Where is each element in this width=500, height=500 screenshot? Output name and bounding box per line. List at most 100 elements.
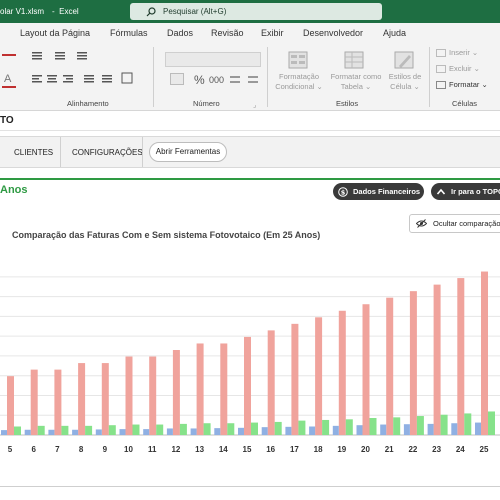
- divider: [142, 137, 143, 167]
- bar-series-1-cat-11: [149, 356, 157, 435]
- thousands-button[interactable]: 000: [209, 75, 224, 85]
- bar-series-2-cat-6: [37, 425, 45, 435]
- tab-desenvolvedor[interactable]: Desenvolvedor: [303, 28, 363, 38]
- cell-styles-button[interactable]: Estilos de Célula ⌄: [385, 72, 425, 92]
- font-size-icon[interactable]: A: [4, 73, 11, 85]
- bar-series-3-cat-7: [48, 429, 55, 435]
- currency-format-icon[interactable]: [170, 73, 184, 85]
- cell-styles-icon: [394, 51, 414, 69]
- bar-series-3-cat-25: [475, 422, 481, 435]
- x-tick-label: 5: [8, 445, 13, 454]
- format-as-table-button[interactable]: Formatar como Tabela ⌄: [326, 72, 386, 92]
- bar-series-2-cat-25: [488, 411, 495, 435]
- bar-chart: 5 6 7 8 9 10 11 12 13 14 15 16 17 18 19 20 21 22 23 24 25: [0, 271, 500, 454]
- bar-series-1-cat-24: [457, 278, 465, 435]
- nav-clientes[interactable]: CLIENTES: [14, 148, 53, 157]
- bar-series-1-cat-17: [291, 323, 299, 435]
- divider: [429, 47, 430, 107]
- bar-series-1-cat-21: [386, 297, 394, 435]
- bar-series-2-cat-8: [85, 425, 93, 435]
- number-dialog-launcher-icon[interactable]: ⌟: [253, 101, 256, 109]
- bar-series-2-cat-14: [227, 423, 235, 435]
- bar-series-1-cat-18: [315, 317, 323, 435]
- bar-series-3-cat-20: [356, 425, 363, 435]
- abrir-ferramentas-button[interactable]: Abrir Ferramentas: [149, 142, 227, 162]
- bar-series-1-cat-6: [30, 369, 38, 435]
- group-label-numero: Número: [193, 99, 220, 108]
- group-label-estilos: Estilos: [336, 99, 359, 108]
- dados-financeiros-label: Dados Financeiros: [353, 187, 421, 196]
- nav-configuracoes[interactable]: CONFIGURAÇÕES: [72, 148, 143, 157]
- tab-revisao[interactable]: Revisão: [211, 28, 244, 38]
- bar-series-3-cat-12: [166, 428, 173, 435]
- format-button[interactable]: Formatar ⌄: [449, 80, 488, 90]
- decimal-arrows-icon[interactable]: [228, 73, 262, 87]
- bar-series-3-cat-9: [95, 429, 102, 435]
- insert-icon: [436, 49, 446, 57]
- bar-series-2-cat-22: [416, 416, 424, 435]
- bar-series-1-cat-9: [101, 363, 109, 435]
- bar-series-1-cat-19: [338, 310, 346, 435]
- tab-layout-pagina[interactable]: Layout da Página: [20, 28, 90, 38]
- tab-ajuda[interactable]: Ajuda: [383, 28, 406, 38]
- delete-button[interactable]: Excluir ⌄: [449, 64, 480, 74]
- bar-series-1-cat-23: [433, 284, 441, 435]
- section-divider: [0, 178, 500, 180]
- tab-formulas[interactable]: Fórmulas: [110, 28, 148, 38]
- x-tick-label: 7: [55, 445, 60, 454]
- title-bar: olar V1.xlsm - Excel Pesquisar (Alt+G): [0, 0, 500, 23]
- insert-button[interactable]: Inserir ⌄: [449, 48, 478, 58]
- ocultar-comparacao-button[interactable]: Ocultar comparação: [409, 214, 500, 233]
- number-format-dropdown[interactable]: [165, 52, 261, 67]
- bar-series-3-cat-11: [143, 429, 150, 435]
- sheet-nav-bar: CLIENTES CONFIGURAÇÕES Abrir Ferramentas: [0, 136, 500, 168]
- bar-series-1-cat-13: [196, 343, 204, 435]
- chart-title: Comparação das Faturas Com e Sem sistema…: [12, 230, 321, 240]
- ir-para-topo-button[interactable]: Ir para o TOPO: [431, 183, 500, 200]
- window-filename: olar V1.xlsm: [0, 7, 45, 16]
- divider: [267, 47, 268, 107]
- x-tick-label: 12: [171, 445, 180, 454]
- tab-dados[interactable]: Dados: [167, 28, 193, 38]
- bar-series-2-cat-20: [369, 418, 377, 435]
- bar-series-1-cat-20: [362, 304, 370, 435]
- bar-series-3-cat-15: [238, 427, 244, 435]
- bar-series-2-cat-5: [14, 426, 21, 435]
- x-tick-label: 16: [266, 445, 275, 454]
- bar-series-2-cat-11: [156, 424, 164, 435]
- svg-text:$: $: [341, 188, 346, 196]
- sheet-header-text: TO: [0, 115, 14, 126]
- bar-series-2-cat-13: [203, 423, 211, 435]
- bar-series-2-cat-19: [345, 419, 353, 435]
- x-tick-label: 11: [148, 445, 157, 454]
- percent-button[interactable]: %: [194, 73, 205, 87]
- x-tick-label: 15: [243, 445, 252, 454]
- eye-off-icon: [416, 219, 427, 228]
- x-tick-label: 10: [124, 445, 133, 454]
- dados-financeiros-button[interactable]: $ Dados Financeiros: [333, 183, 424, 200]
- bar-series-2-cat-15: [251, 422, 258, 435]
- bar-series-3-cat-18: [309, 426, 316, 435]
- bar-series-3-cat-10: [119, 429, 126, 435]
- bar-series-2-cat-16: [274, 421, 282, 435]
- group-label-alinhamento: Alinhamento: [67, 99, 109, 108]
- x-tick-label: 8: [79, 445, 84, 454]
- alignment-icons[interactable]: [28, 49, 138, 93]
- ribbon-tabs: Layout da Página Fórmulas Dados Revisão …: [0, 23, 500, 43]
- conditional-format-button[interactable]: Formatação Condicional ⌄: [272, 72, 326, 92]
- bar-series-3-cat-16: [261, 427, 268, 435]
- table-format-icon: [344, 51, 364, 69]
- bar-series-3-cat-5: [1, 430, 7, 435]
- bar-series-1-cat-5: [7, 376, 14, 435]
- x-tick-label: 17: [290, 445, 299, 454]
- bar-series-3-cat-23: [427, 423, 434, 435]
- search-icon: [146, 6, 156, 16]
- search-placeholder: Pesquisar (Alt+G): [163, 7, 227, 16]
- search-box[interactable]: Pesquisar (Alt+G): [130, 3, 382, 20]
- tab-exibir[interactable]: Exibir: [261, 28, 284, 38]
- bar-series-2-cat-10: [132, 424, 140, 435]
- bar-series-2-cat-7: [61, 425, 69, 435]
- font-color-icon[interactable]: [2, 53, 16, 56]
- x-tick-label: 24: [456, 445, 465, 454]
- divider: [60, 137, 61, 167]
